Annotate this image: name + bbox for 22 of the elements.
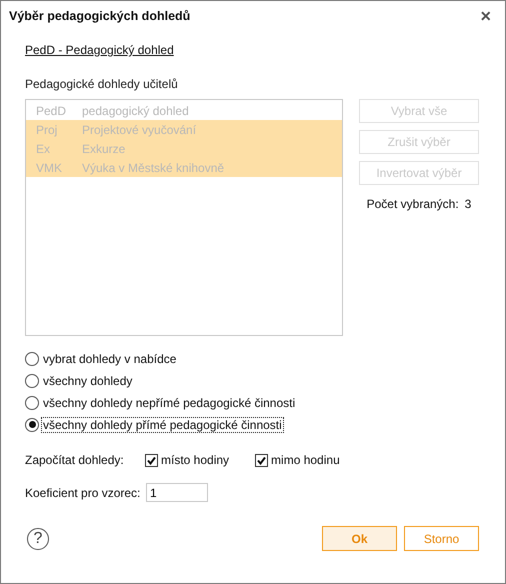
radio-button[interactable] [25, 352, 39, 366]
count-in-label: Započítat dohledy: [25, 453, 125, 467]
radio-label[interactable]: všechny dohledy nepřímé pedagogické činnosti [41, 394, 298, 410]
coefficient-label: Koeficient pro vzorec: [25, 486, 142, 500]
radio-button[interactable] [25, 374, 39, 388]
checkbox-label[interactable]: mimo hodinu [271, 453, 340, 467]
radio-label[interactable]: všechny dohledy [41, 372, 134, 388]
window-title: Výběr pedagogických dohledů [9, 9, 190, 23]
count-value: 3 [464, 197, 472, 211]
count-label: Počet vybraných: [366, 197, 459, 211]
radio-button[interactable] [25, 418, 39, 432]
radio-label[interactable]: všechny dohledy přímé pedagogické činnosti [41, 416, 284, 432]
close-button[interactable]: × [480, 7, 491, 25]
coefficient-field[interactable]: 1 [146, 483, 208, 502]
list-label: Pedagogické dohledy učitelů [25, 77, 178, 91]
radio-button[interactable] [25, 396, 39, 410]
checkbox[interactable] [145, 454, 158, 466]
link[interactable]: PedD - Pedagogický dohled [25, 43, 174, 57]
checkbox-label[interactable]: místo hodiny [161, 453, 230, 467]
help-button[interactable]: ? [27, 528, 49, 550]
checkbox[interactable] [255, 454, 268, 466]
radio-label[interactable]: vybrat dohledy v nabídce [41, 350, 178, 366]
